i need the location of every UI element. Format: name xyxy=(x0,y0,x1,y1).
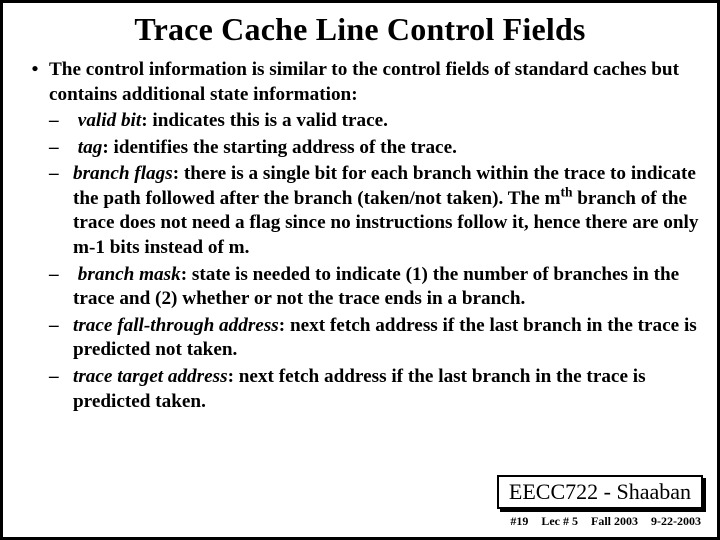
list-item: – trace target address: next fetch addre… xyxy=(49,365,699,414)
intro-text: The control information is similar to th… xyxy=(49,58,699,107)
slide-body: • The control information is similar to … xyxy=(21,58,699,414)
term: valid bit xyxy=(78,110,141,131)
sub-list: – valid bit: indicates this is a valid t… xyxy=(21,109,699,414)
bullet-dot-icon: • xyxy=(21,58,49,107)
term: branch flags xyxy=(73,163,173,184)
dash-icon: – xyxy=(49,109,73,134)
lecture-number: Lec # 5 xyxy=(541,514,578,528)
list-item: – branch mask: state is needed to indica… xyxy=(49,263,699,312)
footer-box: EECC722 - Shaaban xyxy=(497,475,703,509)
slide-title: Trace Cache Line Control Fields xyxy=(21,11,699,48)
slide-number: #19 xyxy=(510,514,528,528)
list-item: – valid bit: indicates this is a valid t… xyxy=(49,109,699,134)
top-bullet: • The control information is similar to … xyxy=(21,58,699,107)
term: trace fall-through address xyxy=(73,315,279,336)
desc: : indicates this is a valid trace. xyxy=(141,110,388,131)
dash-icon: – xyxy=(49,162,73,260)
date-label: 9-22-2003 xyxy=(651,514,701,528)
term-label: Fall 2003 xyxy=(591,514,638,528)
dash-icon: – xyxy=(49,136,73,161)
list-item: – branch flags: there is a single bit fo… xyxy=(49,162,699,260)
term: branch mask xyxy=(78,264,181,285)
desc: : identifies the starting address of the… xyxy=(102,137,457,158)
dash-icon: – xyxy=(49,365,73,414)
slide-frame: Trace Cache Line Control Fields • The co… xyxy=(0,0,720,540)
term: tag xyxy=(78,137,103,158)
dash-icon: – xyxy=(49,263,73,312)
list-item: – tag: identifies the starting address o… xyxy=(49,136,699,161)
footer-line: #19 Lec # 5 Fall 2003 9-22-2003 xyxy=(500,514,701,529)
term: trace target address xyxy=(73,366,228,387)
dash-icon: – xyxy=(49,314,73,363)
list-item: – trace fall-through address: next fetch… xyxy=(49,314,699,363)
